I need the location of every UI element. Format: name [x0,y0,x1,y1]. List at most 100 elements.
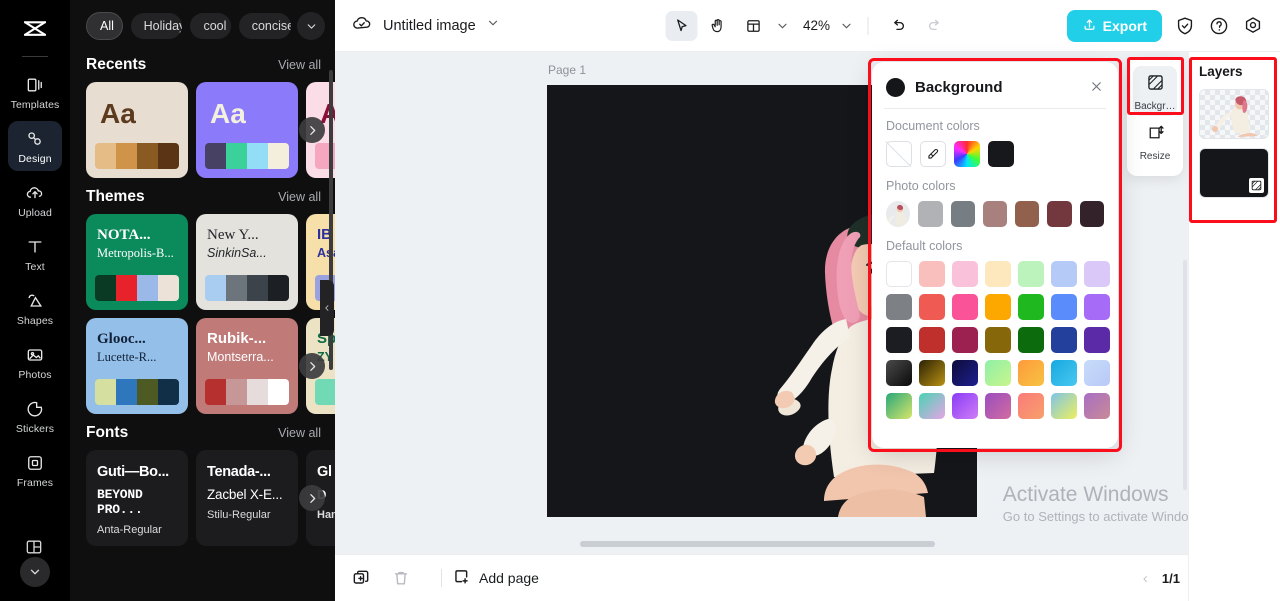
chevron-down-icon[interactable] [773,19,789,33]
question-circle-icon[interactable] [1208,15,1230,37]
chevron-right-icon[interactable] [299,353,325,379]
layer-item-photo[interactable] [1199,89,1269,139]
chip-holiday[interactable]: Holiday [130,13,183,39]
photo-source-swatch[interactable] [886,201,911,227]
default-gradient-swatch[interactable] [886,393,912,419]
recents-card[interactable]: Aa [86,82,188,178]
photo-color-swatch[interactable] [950,201,975,227]
default-gradient-swatch[interactable] [985,360,1011,386]
photo-color-swatch[interactable] [982,201,1008,227]
default-gradient-swatch[interactable] [1018,393,1044,419]
cursor-select-icon[interactable] [664,10,697,41]
photo-color-swatch[interactable] [1079,201,1104,227]
theme-card[interactable]: Glooc... Lucette-R... [86,318,188,414]
grid-layout-icon[interactable] [24,537,46,559]
default-color-swatch[interactable] [886,294,912,320]
resize-tool-button[interactable]: Resize [1127,116,1183,166]
duplicate-page-icon[interactable] [351,568,371,588]
default-color-swatch[interactable] [886,261,912,287]
sidebar-item-stickers[interactable]: Stickers [8,391,62,441]
font-card[interactable]: Guti—Bo... BEYOND PRO... Anta-Regular [86,450,188,546]
chevron-right-icon[interactable] [299,117,325,143]
right-panel-scrollbar[interactable] [1183,260,1187,490]
theme-card[interactable]: New Y... SinkinSa... [196,214,298,310]
default-color-swatch[interactable] [919,327,945,353]
layer-item-background[interactable] [1199,148,1269,198]
default-color-swatch[interactable] [952,327,978,353]
gear-icon[interactable] [1242,15,1264,37]
view-all-fonts[interactable]: View all [278,426,321,440]
chip-all[interactable]: All [86,12,123,40]
panel-collapse-handle[interactable] [320,280,334,336]
default-gradient-swatch[interactable] [919,393,945,419]
default-gradient-swatch[interactable] [1084,360,1110,386]
sidebar-item-text[interactable]: Text [8,229,62,279]
chip-cool[interactable]: cool [190,13,231,39]
default-gradient-swatch[interactable] [952,360,978,386]
default-color-swatch[interactable] [985,261,1011,287]
color-wheel-swatch[interactable] [954,141,980,167]
no-color-swatch[interactable] [886,141,912,167]
photo-color-swatch[interactable] [1015,201,1040,227]
default-color-swatch[interactable] [919,261,945,287]
default-gradient-swatch[interactable] [1051,393,1077,419]
default-gradient-swatch[interactable] [1084,393,1110,419]
default-color-swatch[interactable] [985,327,1011,353]
current-color-swatch[interactable] [886,78,905,97]
default-gradient-swatch[interactable] [1018,360,1044,386]
chevron-left-icon[interactable]: ‹ [1139,570,1152,587]
close-icon[interactable] [1089,79,1104,97]
default-gradient-swatch[interactable] [886,360,912,386]
trash-icon[interactable] [391,568,411,588]
background-tool-button[interactable]: Backgr… [1133,66,1177,116]
zoom-level-value[interactable]: 42% [803,18,830,33]
theme-card[interactable]: Rubik-... Montserra... [196,318,298,414]
add-page-button[interactable]: Add page [452,567,539,589]
photo-color-swatch[interactable] [918,201,943,227]
canvas-horizontal-scrollbar[interactable] [580,541,935,547]
default-color-swatch[interactable] [1051,261,1077,287]
font-card[interactable]: Tenada-... Zacbel X-E... Stilu-Regular [196,450,298,546]
recents-card[interactable]: Aa [196,82,298,178]
chevron-down-icon[interactable] [486,16,500,35]
export-button[interactable]: Export [1066,9,1162,42]
chevron-down-icon[interactable] [834,19,853,33]
default-color-swatch[interactable] [1084,327,1110,353]
default-color-swatch[interactable] [1018,327,1044,353]
sidebar-item-templates[interactable]: Templates [8,67,62,117]
sidebar-item-frames[interactable]: Frames [8,445,62,495]
layout-grid-icon[interactable] [737,11,769,41]
default-color-swatch[interactable] [1051,294,1077,320]
default-color-swatch[interactable] [985,294,1011,320]
view-all-recents[interactable]: View all [278,58,321,72]
default-color-swatch[interactable] [1084,294,1110,320]
sidebar-more-button[interactable] [20,557,50,587]
default-gradient-swatch[interactable] [952,393,978,419]
default-color-swatch[interactable] [886,327,912,353]
default-gradient-swatch[interactable] [985,393,1011,419]
document-color-swatch[interactable] [988,141,1014,167]
redo-icon[interactable] [918,11,950,41]
undo-icon[interactable] [882,11,914,41]
default-gradient-swatch[interactable] [1051,360,1077,386]
default-color-swatch[interactable] [1018,294,1044,320]
hand-pan-icon[interactable] [701,11,733,41]
chevron-right-icon[interactable] [299,485,325,511]
theme-card[interactable]: NOTA... Metropolis-B... [86,214,188,310]
default-color-swatch[interactable] [952,261,978,287]
sidebar-item-upload[interactable]: Upload [8,175,62,225]
chip-concise[interactable]: concise [238,13,292,39]
default-gradient-swatch[interactable] [919,360,945,386]
default-color-swatch[interactable] [1051,327,1077,353]
sidebar-item-design[interactable]: Design [8,121,62,171]
sidebar-item-photos[interactable]: Photos [8,337,62,387]
document-title[interactable]: Untitled image [383,18,476,34]
default-color-swatch[interactable] [919,294,945,320]
view-all-themes[interactable]: View all [278,190,321,204]
photo-color-swatch[interactable] [1047,201,1072,227]
eyedropper-swatch[interactable] [920,141,946,167]
default-color-swatch[interactable] [1018,261,1044,287]
shield-check-icon[interactable] [1174,15,1196,37]
default-color-swatch[interactable] [1084,261,1110,287]
default-color-swatch[interactable] [952,294,978,320]
